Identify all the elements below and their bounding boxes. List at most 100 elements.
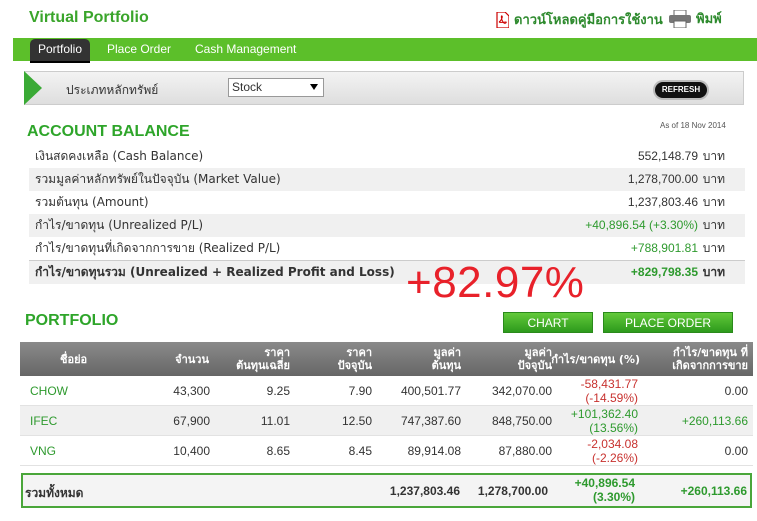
cell-price: 12.50 bbox=[341, 414, 372, 428]
cell-avg-cost: 8.65 bbox=[266, 444, 290, 458]
total-realized: +260,113.66 bbox=[680, 484, 747, 498]
balance-value: 552,148.79 bbox=[637, 149, 698, 163]
cell-price: 8.45 bbox=[348, 444, 372, 458]
symbol-link[interactable]: CHOW bbox=[30, 384, 68, 398]
total-cost-value: 1,237,803.46 bbox=[389, 484, 460, 498]
dropdown-arrow-icon bbox=[310, 84, 318, 90]
col-avg-cost-line2: ต้นทุนเฉลี่ย bbox=[236, 359, 290, 372]
balance-value: +40,896.54 (+3.30%) bbox=[585, 218, 698, 232]
cell-market-value: 848,750.00 bbox=[491, 414, 552, 428]
cell-pl: -58,431.77 bbox=[580, 377, 638, 391]
balance-row-market-value: รวมมูลค่าหลักทรัพย์ในปัจจุบัน (Market Va… bbox=[29, 168, 745, 192]
total-market-value: 1,278,700.00 bbox=[477, 484, 548, 498]
balance-row-total-pl: กำไร/ขาดทุนรวม (Unrealized + Realized Pr… bbox=[29, 260, 745, 285]
col-symbol: ชื่อย่อ bbox=[60, 353, 88, 366]
col-price-line1: ราคา bbox=[346, 346, 372, 359]
balance-value: +788,901.81 bbox=[630, 241, 698, 255]
symbol-link[interactable]: IFEC bbox=[30, 414, 57, 428]
cell-market-value: 87,880.00 bbox=[498, 444, 552, 458]
total-label: รวมทั้งหมด bbox=[25, 486, 84, 500]
col-avg-cost: ราคา ต้นทุนเฉลี่ย bbox=[236, 346, 290, 372]
app-title: Virtual Portfolio bbox=[29, 9, 149, 26]
print-link[interactable]: พิมพ์ bbox=[669, 8, 722, 29]
total-row: รวมทั้งหมด 1,237,803.46 1,278,700.00 +40… bbox=[21, 473, 752, 508]
symbol-link[interactable]: VNG bbox=[30, 444, 56, 458]
cell-volume: 67,900 bbox=[173, 414, 210, 428]
download-manual-link[interactable]: ดาวน์โหลดคู่มือการใช้งาน bbox=[496, 9, 663, 30]
cell-pl-pct: (13.56%) bbox=[589, 421, 638, 435]
balance-unit: บาท bbox=[702, 241, 725, 255]
cell-pl: -2,034.08 bbox=[587, 437, 638, 451]
cell-cost-value: 747,387.60 bbox=[400, 414, 461, 428]
balance-row-cash: เงินสดคงเหลือ (Cash Balance) 552,148.79 … bbox=[29, 145, 745, 169]
cell-realized: 0.00 bbox=[724, 384, 748, 398]
balance-value: 1,278,700.00 bbox=[627, 172, 698, 186]
table-row: CHOW 43,300 9.25 7.90 400,501.77 342,070… bbox=[20, 376, 753, 406]
col-realized-pl: กำไร/ขาดทุน ที่ เกิดจากการขาย bbox=[672, 346, 748, 372]
cell-pl-pct: (-2.26%) bbox=[591, 451, 638, 465]
portfolio-title: PORTFOLIO bbox=[25, 312, 119, 329]
col-price-line2: ปัจจุบัน bbox=[337, 359, 372, 372]
arrow-icon bbox=[24, 71, 42, 105]
table-row: VNG 10,400 8.65 8.45 89,914.08 87,880.00… bbox=[20, 436, 753, 466]
balance-unit: บาท bbox=[702, 149, 725, 163]
security-type-value: Stock bbox=[232, 80, 263, 94]
balance-value: 1,237,803.46 bbox=[627, 195, 698, 209]
balance-label: กำไร/ขาดทุน (Unrealized P/L) bbox=[35, 218, 204, 232]
cell-cost-value: 89,914.08 bbox=[407, 444, 461, 458]
tab-place-order[interactable]: Place Order bbox=[107, 38, 171, 61]
cell-pl-pct: (-14.59%) bbox=[585, 391, 638, 405]
balance-label: เงินสดคงเหลือ (Cash Balance) bbox=[35, 149, 204, 163]
balance-label: กำไร/ขาดทุนที่เกิดจากการขาย (Realized P/… bbox=[35, 241, 281, 255]
balance-row-realized: กำไร/ขาดทุนที่เกิดจากการขาย (Realized P/… bbox=[29, 237, 745, 261]
security-type-label: ประเภทหลักทรัพย์ bbox=[66, 83, 159, 97]
cell-avg-cost: 9.25 bbox=[266, 384, 290, 398]
printer-icon bbox=[669, 9, 691, 28]
security-type-select[interactable]: Stock bbox=[228, 78, 324, 97]
balance-label: รวมต้นทุน (Amount) bbox=[35, 195, 149, 209]
balance-unit: บาท bbox=[702, 218, 725, 232]
balance-row-amount: รวมต้นทุน (Amount) 1,237,803.46 บาท bbox=[29, 191, 745, 215]
col-price: ราคา ปัจจุบัน bbox=[338, 346, 372, 372]
balance-row-unrealized: กำไร/ขาดทุน (Unrealized P/L) +40,896.54 … bbox=[29, 214, 745, 238]
col-market-value-line1: มูลค่า bbox=[524, 346, 552, 359]
balance-label: กำไร/ขาดทุนรวม (Unrealized + Realized Pr… bbox=[35, 265, 395, 279]
cell-price: 7.90 bbox=[348, 384, 372, 398]
col-volume: จำนวน bbox=[175, 353, 209, 366]
col-cost-value-line1: มูลค่า bbox=[433, 346, 461, 359]
cell-market-value: 342,070.00 bbox=[491, 384, 552, 398]
tab-portfolio[interactable]: Portfolio bbox=[30, 39, 91, 63]
total-pl: +40,896.54 bbox=[574, 476, 635, 490]
cell-avg-cost: 11.01 bbox=[260, 414, 290, 428]
col-market-value: มูลค่า ปัจจุบัน bbox=[518, 346, 552, 372]
chart-button[interactable]: CHART bbox=[503, 312, 593, 333]
main-nav: Portfolio Place Order Cash Management bbox=[13, 38, 757, 63]
account-balance-title: ACCOUNT BALANCE bbox=[27, 123, 190, 140]
place-order-button[interactable]: PLACE ORDER bbox=[603, 312, 733, 333]
table-row: IFEC 67,900 11.01 12.50 747,387.60 848,7… bbox=[20, 406, 753, 436]
total-return-percent: +82.97% bbox=[406, 258, 585, 307]
cell-volume: 43,300 bbox=[173, 384, 210, 398]
pdf-icon bbox=[496, 10, 510, 29]
balance-unit: บาท bbox=[702, 172, 725, 186]
col-cost-value: มูลค่า ต้นทุน bbox=[432, 346, 461, 372]
portfolio-table-header: ชื่อย่อ จำนวน ราคา ต้นทุนเฉลี่ย ราคา ปัจ… bbox=[20, 342, 753, 376]
download-manual-label: ดาวน์โหลดคู่มือการใช้งาน bbox=[514, 13, 663, 28]
col-avg-cost-line1: ราคา bbox=[264, 346, 290, 359]
col-market-value-line2: ปัจจุบัน bbox=[517, 359, 552, 372]
col-realized-line1: กำไร/ขาดทุน ที่ bbox=[673, 346, 748, 359]
cell-volume: 10,400 bbox=[173, 444, 210, 458]
as-of-date: As of 18 Nov 2014 bbox=[660, 121, 726, 130]
col-realized-line2: เกิดจากการขาย bbox=[672, 359, 748, 372]
cell-cost-value: 400,501.77 bbox=[400, 384, 461, 398]
cell-realized: 0.00 bbox=[724, 444, 748, 458]
col-cost-value-line2: ต้นทุน bbox=[431, 359, 461, 372]
col-unrealized-pl: กำไร/ขาดทุน (%) bbox=[551, 353, 640, 366]
balance-unit: บาท bbox=[702, 195, 725, 209]
cell-realized: +260,113.66 bbox=[681, 414, 748, 428]
tab-cash-management[interactable]: Cash Management bbox=[195, 38, 296, 61]
balance-unit: บาท bbox=[702, 265, 725, 279]
balance-value: +829,798.35 bbox=[630, 265, 698, 279]
refresh-button[interactable]: REFRESH bbox=[655, 82, 707, 98]
total-pl-pct: (3.30%) bbox=[592, 490, 635, 504]
